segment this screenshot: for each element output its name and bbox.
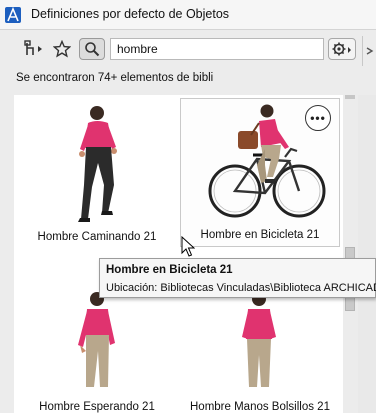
gallery-item-label: Hombre Esperando 21 — [39, 401, 155, 413]
search-icon — [85, 42, 100, 57]
title-bar: Definiciones por defecto de Objetos — [0, 0, 376, 30]
side-panel-strip — [358, 95, 376, 413]
gallery-item-label: Hombre Caminando 21 — [37, 231, 157, 243]
window-title: Definiciones por defecto de Objetos — [31, 7, 230, 21]
gallery-item-label: Hombre en Bicicleta 21 — [200, 229, 320, 241]
item-tooltip: Hombre en Bicicleta 21 Ubicación: Biblio… — [99, 258, 376, 298]
archicad-app-icon — [5, 7, 21, 23]
settings-button[interactable] — [328, 38, 356, 60]
panel-edge — [362, 36, 376, 66]
more-options-button[interactable]: ••• — [305, 105, 331, 131]
gallery-item-hombre-en-bicicleta[interactable]: ••• Hombre en Bicicleta 21 — [180, 98, 340, 247]
tooltip-title: Hombre en Bicicleta 21 — [106, 264, 233, 276]
toolbar — [0, 30, 376, 68]
object-gallery[interactable]: Hombre Caminando 21 ••• Hombre en Bicicl… — [14, 95, 343, 413]
hierarchy-icon[interactable] — [22, 38, 46, 60]
search-toggle-button[interactable] — [79, 38, 105, 60]
star-icon[interactable] — [52, 38, 72, 60]
tooltip-location: Ubicación: Bibliotecas Vinculadas\Biblio… — [106, 282, 376, 294]
scrollbar-top-cap — [345, 95, 355, 99]
search-input[interactable] — [110, 38, 324, 60]
results-count: Se encontraron 74+ elementos de bibli — [16, 72, 214, 84]
settings-gear-icon — [332, 42, 351, 56]
gallery-scrollbar[interactable] — [343, 95, 358, 413]
gallery-item-label: Hombre Manos Bolsillos 21 — [190, 401, 330, 413]
walking-man-thumbnail — [78, 106, 117, 222]
gallery-item-hombre-caminando[interactable]: Hombre Caminando 21 — [18, 101, 176, 253]
